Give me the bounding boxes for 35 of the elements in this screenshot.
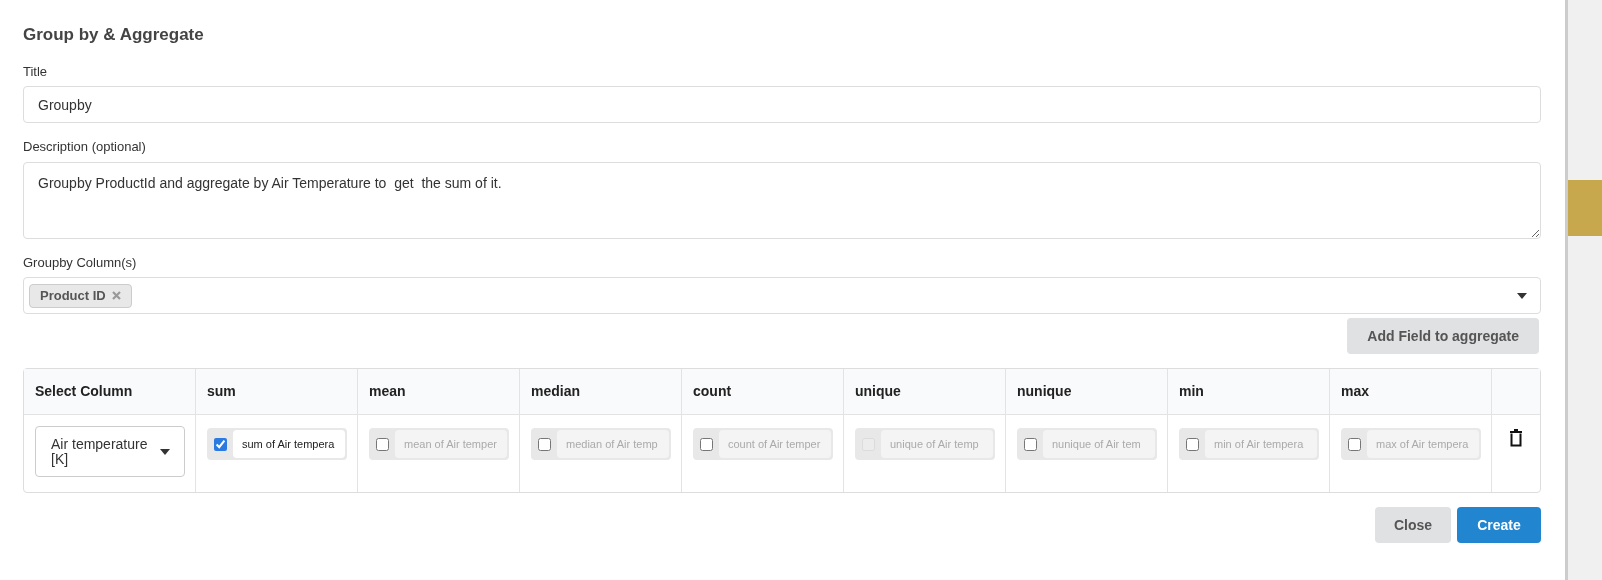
column-header: mean — [369, 382, 406, 401]
groupby-select[interactable]: Product ID — [23, 277, 1541, 314]
column-header: max — [1341, 382, 1370, 401]
aggregate-checkbox[interactable] — [214, 437, 227, 451]
trash-icon[interactable] — [1509, 429, 1523, 447]
aggregate-checkbox[interactable] — [1186, 437, 1199, 451]
aggregate-checkbox[interactable] — [376, 437, 389, 451]
field-label: Description (optional) — [23, 138, 146, 156]
aggregate-field[interactable]: sum of Air tempera — [207, 428, 347, 460]
column-header: count — [693, 382, 732, 401]
dialog-title: Group by & Aggregate — [23, 24, 204, 46]
create-button[interactable]: Create — [1457, 507, 1541, 543]
add-field-button[interactable]: Add Field to aggregate — [1347, 318, 1539, 354]
column-header: median — [531, 382, 580, 401]
remove-icon[interactable] — [111, 291, 121, 300]
caret-icon — [160, 448, 170, 455]
aggregate-checkbox[interactable] — [1348, 437, 1361, 451]
column-header: nunique — [1017, 382, 1072, 401]
aggregate-checkbox[interactable] — [538, 437, 551, 451]
field-label: Title — [23, 62, 48, 81]
tag-label: Product ID — [40, 286, 106, 305]
column-header: min — [1179, 382, 1204, 401]
column-select[interactable]: Air temperature [K] — [35, 426, 185, 477]
caret-icon — [1517, 292, 1527, 299]
aggregate-checkbox[interactable] — [700, 437, 713, 451]
close-button[interactable]: Close — [1375, 507, 1451, 543]
description-field[interactable]: Groupby ProductId and aggregate by Air Temperature to get the sum of it. — [23, 161, 1541, 239]
title-field[interactable]: Groupby — [23, 86, 1541, 123]
column-header: unique — [855, 382, 901, 401]
field-label: Groupby Column(s) — [23, 253, 137, 272]
select-value: Air temperature [K] — [51, 436, 149, 467]
column-header: Select Column — [35, 382, 133, 401]
page-background-block — [1568, 180, 1602, 236]
aggregate-checkbox[interactable] — [1024, 437, 1037, 451]
column-header: sum — [207, 382, 236, 401]
